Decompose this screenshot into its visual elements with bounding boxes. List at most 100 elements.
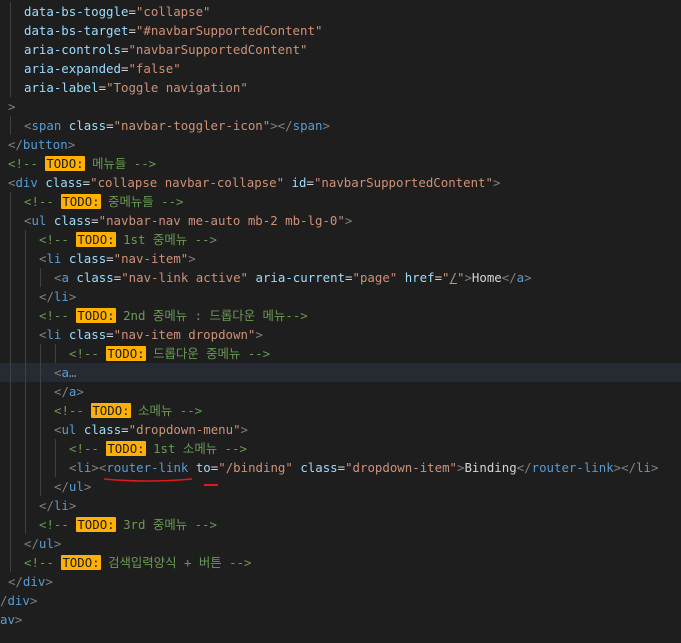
code-token: "collapse navbar-collapse" — [90, 175, 285, 190]
indent-guide — [10, 268, 11, 287]
code-content: <!-- TODO: 검색입력양식 + 버튼 --> — [24, 553, 252, 572]
code-token: = — [82, 175, 91, 190]
code-token: ul — [61, 422, 77, 437]
code-token: class — [68, 251, 107, 266]
code-line[interactable]: <!-- TODO: 소메뉴 --> — [0, 401, 681, 420]
todo-highlight: TODO: — [91, 403, 131, 418]
indent-guide — [10, 401, 11, 420]
code-content: data-bs-toggle="collapse" — [24, 2, 211, 21]
code-token: id — [291, 175, 307, 190]
code-token: <!-- — [39, 308, 77, 323]
code-content: aria-expanded="false" — [24, 59, 181, 78]
code-token: href — [404, 270, 435, 285]
code-line[interactable]: <!-- TODO: 3rd 중메뉴 --> — [0, 515, 681, 534]
code-line[interactable]: aria-label="Toggle navigation" — [0, 78, 681, 97]
todo-highlight: TODO: — [76, 517, 116, 532]
code-line[interactable]: </button> — [0, 135, 681, 154]
code-content: aria-label="Toggle navigation" — [24, 78, 248, 97]
code-token: ul — [31, 213, 47, 228]
indent-guide — [25, 401, 26, 420]
code-editor[interactable]: data-bs-toggle="collapse" data-bs-target=… — [0, 0, 681, 643]
indent-guide — [25, 420, 26, 439]
code-line[interactable]: <span class="navbar-toggler-icon"></span… — [0, 116, 681, 135]
code-token: >< — [91, 460, 107, 475]
code-token: " — [442, 270, 450, 285]
indent-guide — [10, 2, 11, 21]
code-token: 검색입력양식 + 버튼 --> — [100, 555, 252, 570]
code-line[interactable]: <!-- TODO: 2nd 중메뉴 : 드롭다운 메뉴--> — [0, 306, 681, 325]
code-token: div — [7, 593, 30, 608]
code-content: </li> — [39, 287, 76, 306]
code-token: li — [76, 460, 92, 475]
code-line[interactable]: > — [0, 97, 681, 116]
code-line[interactable]: <ul class="dropdown-menu"> — [0, 420, 681, 439]
code-token: … — [68, 365, 77, 380]
code-line[interactable]: <!-- TODO: 중메뉴들 --> — [0, 192, 681, 211]
todo-highlight: TODO: — [61, 194, 101, 209]
code-token: data-bs-toggle — [24, 4, 129, 19]
code-content: </ul> — [54, 477, 91, 496]
code-line[interactable]: av> — [0, 610, 681, 629]
indent-guide — [10, 382, 11, 401]
code-line[interactable]: data-bs-toggle="collapse" — [0, 2, 681, 21]
todo-highlight: TODO: — [61, 555, 101, 570]
indent-guide — [10, 420, 11, 439]
code-line[interactable]: aria-controls="navbarSupportedContent" — [0, 40, 681, 59]
indent-guide — [10, 534, 11, 553]
code-line[interactable]: </a> — [0, 382, 681, 401]
code-token: class — [45, 175, 83, 190]
indent-guide — [40, 382, 41, 401]
code-token: </ — [54, 384, 69, 399]
code-line[interactable]: <!-- TODO: 드롭다운 중메뉴 --> — [0, 344, 681, 363]
code-content: <li class="nav-item"> — [39, 249, 196, 268]
indent-guide — [40, 363, 41, 382]
code-token: > — [464, 270, 472, 285]
indent-guide — [10, 363, 11, 382]
code-token: <!-- — [24, 555, 62, 570]
indent-guide — [10, 477, 11, 496]
code-line[interactable]: <a… — [0, 363, 681, 382]
code-token: "nav-item dropdown" — [113, 327, 256, 342]
code-content: aria-controls="navbarSupportedContent" — [24, 40, 308, 59]
code-line[interactable]: <!-- TODO: 검색입력양식 + 버튼 --> — [0, 553, 681, 572]
code-line[interactable]: </li> — [0, 496, 681, 515]
code-token: > — [650, 460, 659, 475]
code-token: "#navbarSupportedContent" — [135, 23, 323, 38]
code-line[interactable]: aria-expanded="false" — [0, 59, 681, 78]
indent-guide — [10, 458, 11, 477]
code-token: > — [8, 99, 16, 114]
code-line[interactable]: </ul> — [0, 534, 681, 553]
code-content: <!-- TODO: 메뉴들 --> — [8, 154, 156, 173]
code-token: "page" — [352, 270, 398, 285]
indent-guide — [25, 230, 26, 249]
code-line[interactable]: </li> — [0, 287, 681, 306]
indent-guide — [55, 439, 56, 458]
code-token: = — [128, 4, 136, 19]
indent-guide — [25, 496, 26, 515]
code-line[interactable]: <!-- TODO: 1st 중메뉴 --> — [0, 230, 681, 249]
code-line[interactable]: <li class="nav-item"> — [0, 249, 681, 268]
code-line[interactable]: </div> — [0, 572, 681, 591]
code-token: span — [31, 118, 62, 133]
code-token: > — [188, 251, 196, 266]
code-line[interactable]: <ul class="navbar-nav me-auto mb-2 mb-lg… — [0, 211, 681, 230]
code-line[interactable]: <a class="nav-link active" aria-current=… — [0, 268, 681, 287]
code-token: a — [61, 365, 69, 380]
code-token: / — [449, 270, 457, 285]
code-content: av> — [0, 610, 22, 629]
indent-guide — [25, 287, 26, 306]
code-line[interactable]: <!-- TODO: 메뉴들 --> — [0, 154, 681, 173]
code-token: "false" — [128, 61, 181, 76]
code-token: <!-- — [69, 346, 107, 361]
code-line[interactable]: <!-- TODO: 1st 소메뉴 --> — [0, 439, 681, 458]
code-line[interactable]: <li class="nav-item dropdown"> — [0, 325, 681, 344]
code-line[interactable]: <div class="collapse navbar-collapse" id… — [0, 173, 681, 192]
code-token: ></ — [613, 460, 637, 475]
code-token: "/binding" — [218, 460, 293, 475]
code-line[interactable]: <li><router-link to="/binding" class="dr… — [0, 458, 681, 477]
code-line[interactable]: data-bs-target="#navbarSupportedContent" — [0, 21, 681, 40]
code-line[interactable]: /div> — [0, 591, 681, 610]
code-token: "navbar-toggler-icon" — [113, 118, 271, 133]
